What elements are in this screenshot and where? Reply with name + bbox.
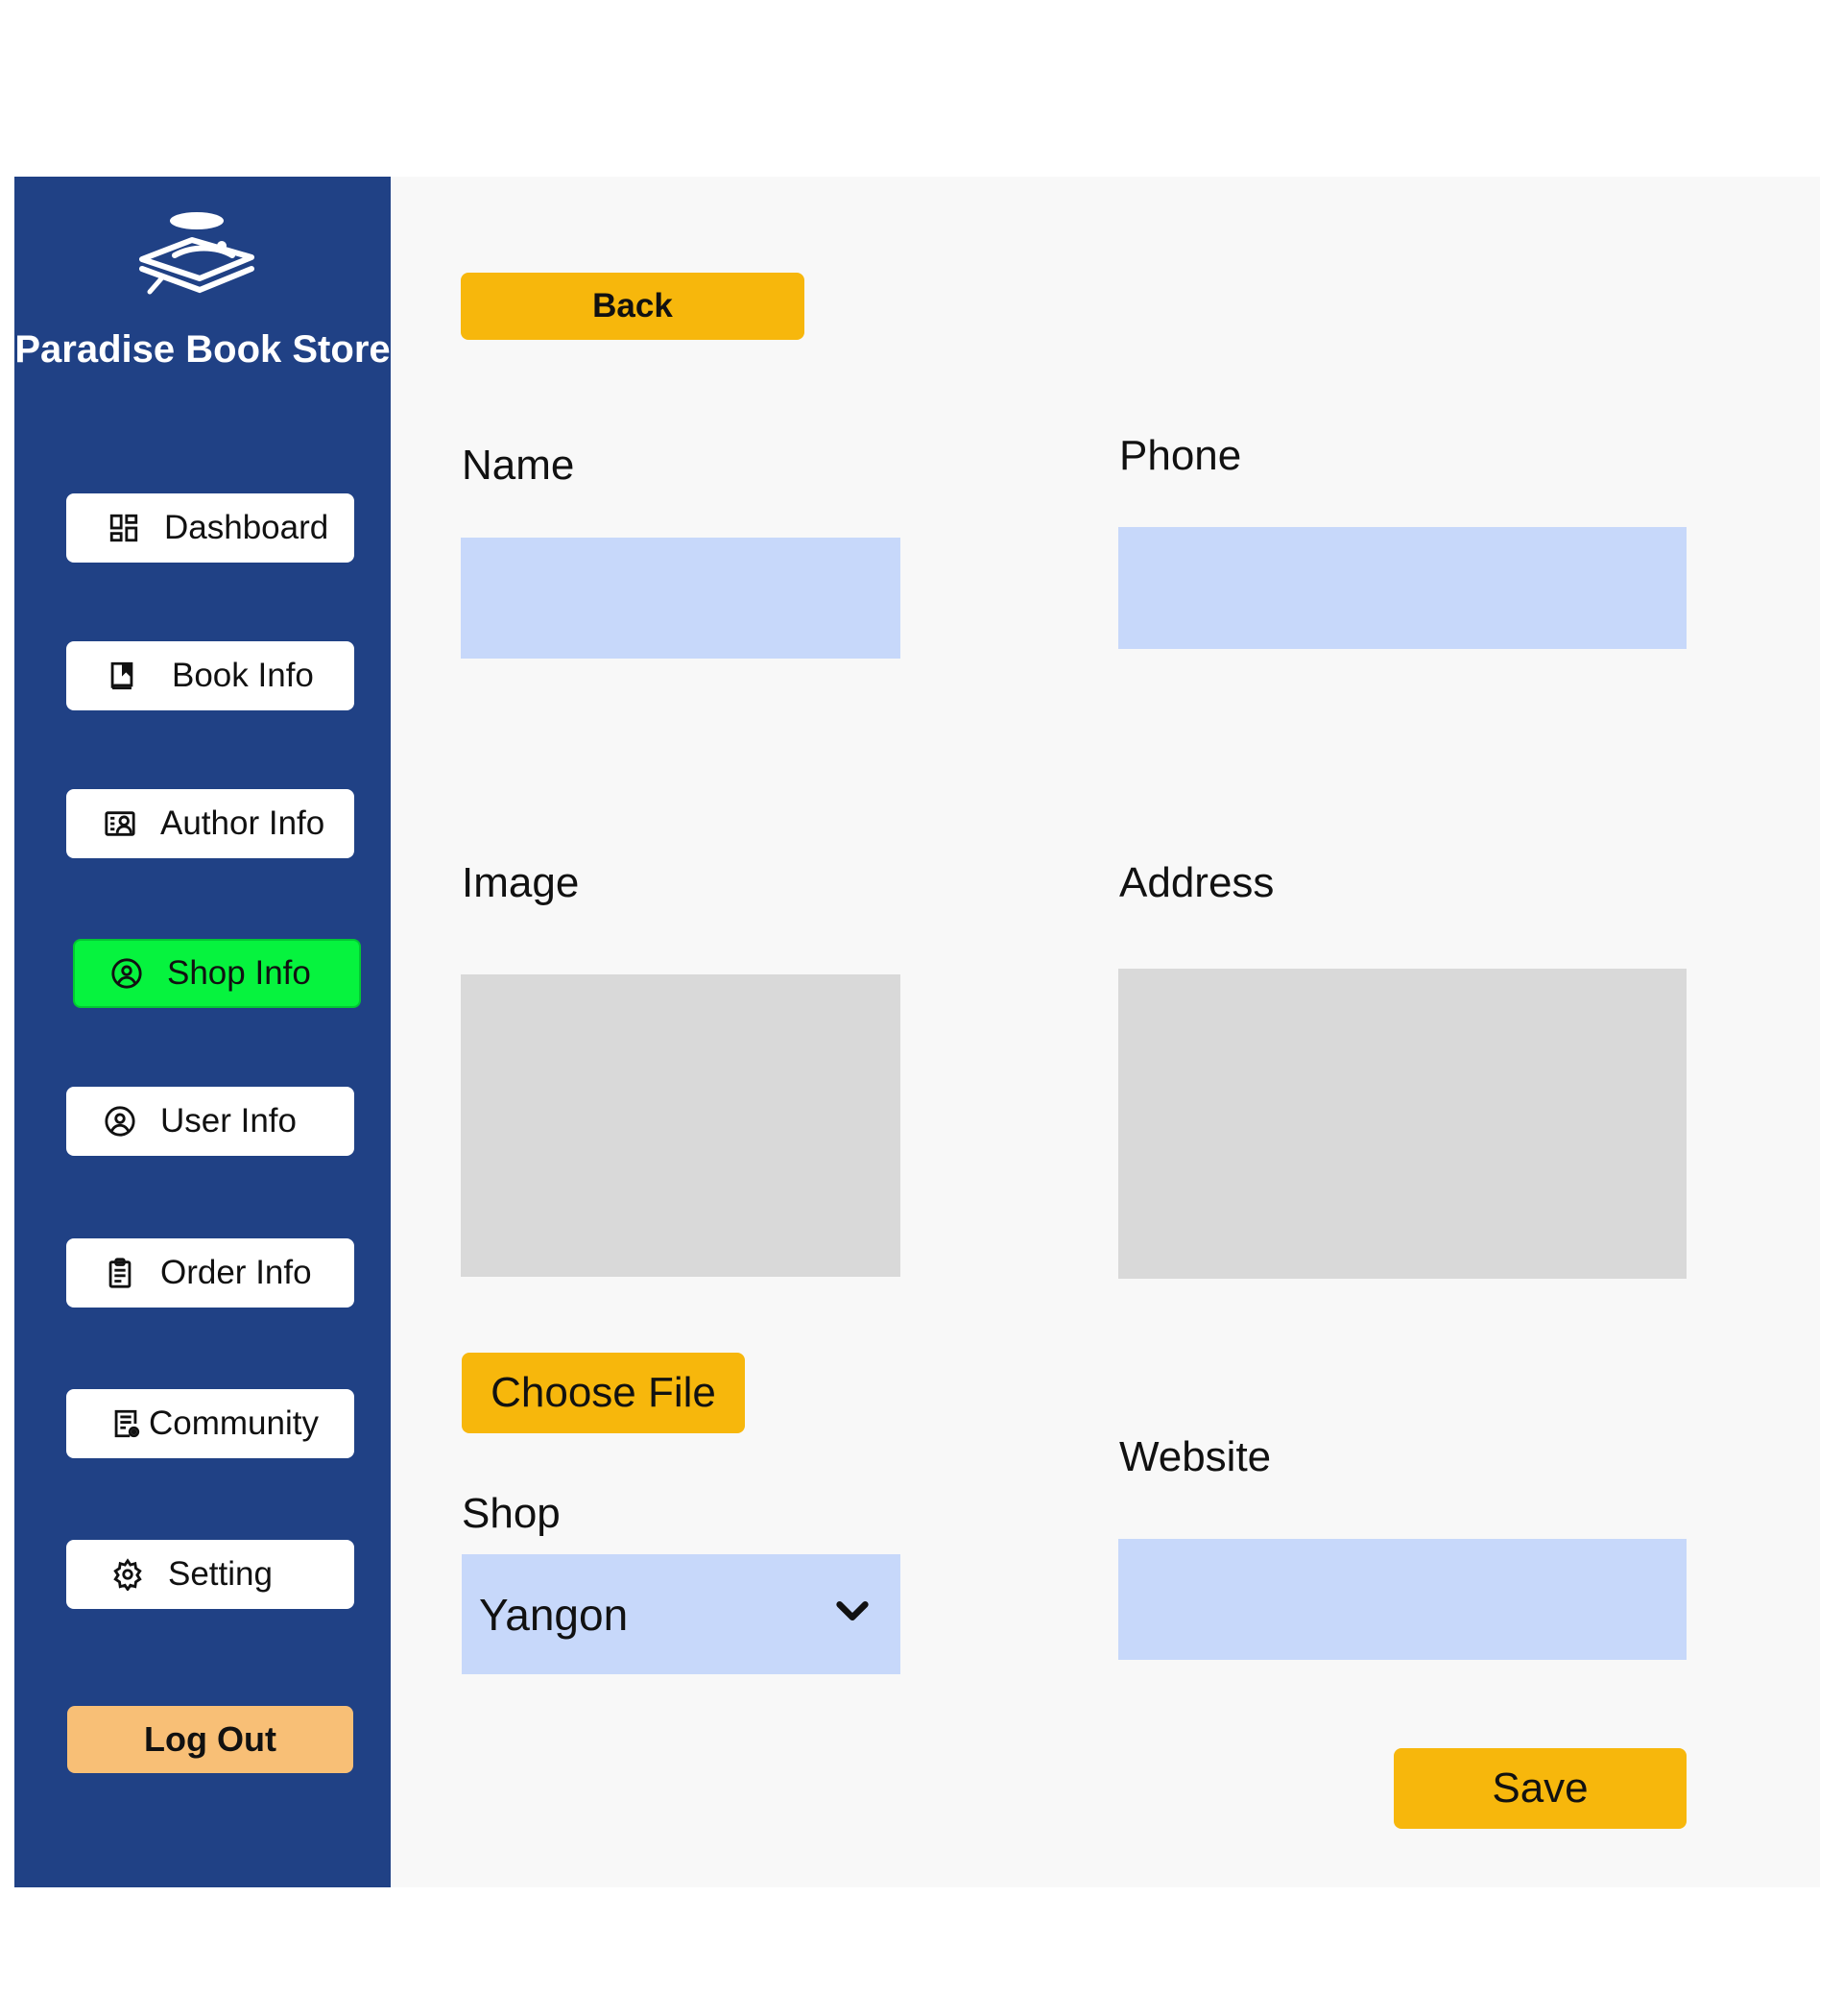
address-label: Address (1119, 859, 1275, 906)
user-circle-icon (109, 956, 144, 991)
sidebar-item-order-info[interactable]: Order Info (66, 1238, 354, 1308)
sidebar-item-author-info[interactable]: Author Info (66, 789, 354, 858)
shop-select-value: Yangon (479, 1589, 629, 1640)
clipboard-icon (103, 1256, 137, 1290)
sidebar-item-user-info[interactable]: User Info (66, 1087, 354, 1156)
sidebar-item-label: Shop Info (167, 954, 311, 992)
sidebar-item-label: Setting (168, 1555, 273, 1593)
sidebar-item-shop-info[interactable]: Shop Info (73, 939, 361, 1008)
id-card-icon (103, 806, 137, 841)
sidebar-item-label: Author Info (160, 804, 325, 842)
shop-label: Shop (462, 1490, 561, 1537)
name-field[interactable] (461, 538, 900, 659)
website-field[interactable] (1118, 1539, 1687, 1660)
logout-button[interactable]: Log Out (67, 1706, 353, 1773)
sidebar-item-setting[interactable]: Setting (66, 1540, 354, 1609)
sidebar-item-dashboard[interactable]: Dashboard (66, 493, 354, 563)
sidebar-item-book-info[interactable]: Book Info (66, 641, 354, 710)
sidebar-item-label: Community (149, 1404, 319, 1442)
sidebar-item-label: User Info (160, 1102, 297, 1140)
address-field[interactable] (1118, 969, 1687, 1279)
sidebar-item-label: Book Info (172, 657, 314, 694)
sidebar-item-label: Order Info (160, 1254, 312, 1291)
back-button[interactable]: Back (461, 273, 804, 340)
user-circle-icon (103, 1104, 137, 1139)
document-eye-icon (108, 1406, 143, 1441)
name-label: Name (462, 442, 575, 489)
sidebar (14, 177, 391, 1887)
dashboard-grid-icon (107, 511, 141, 545)
sidebar-item-community[interactable]: Community (66, 1389, 354, 1458)
save-button[interactable]: Save (1394, 1748, 1687, 1829)
book-stack-logo-icon (125, 209, 269, 305)
website-label: Website (1119, 1433, 1272, 1480)
sidebar-item-label: Dashboard (164, 509, 329, 546)
book-icon (105, 659, 139, 693)
gear-icon (110, 1557, 145, 1592)
image-preview (461, 974, 900, 1277)
shop-select[interactable]: Yangon (462, 1554, 900, 1674)
image-label: Image (462, 859, 580, 906)
choose-file-button[interactable]: Choose File (462, 1353, 745, 1433)
brand-title: Paradise Book Store (14, 328, 391, 371)
phone-field[interactable] (1118, 527, 1687, 649)
phone-label: Phone (1119, 432, 1242, 479)
chevron-down-icon (833, 1589, 872, 1641)
